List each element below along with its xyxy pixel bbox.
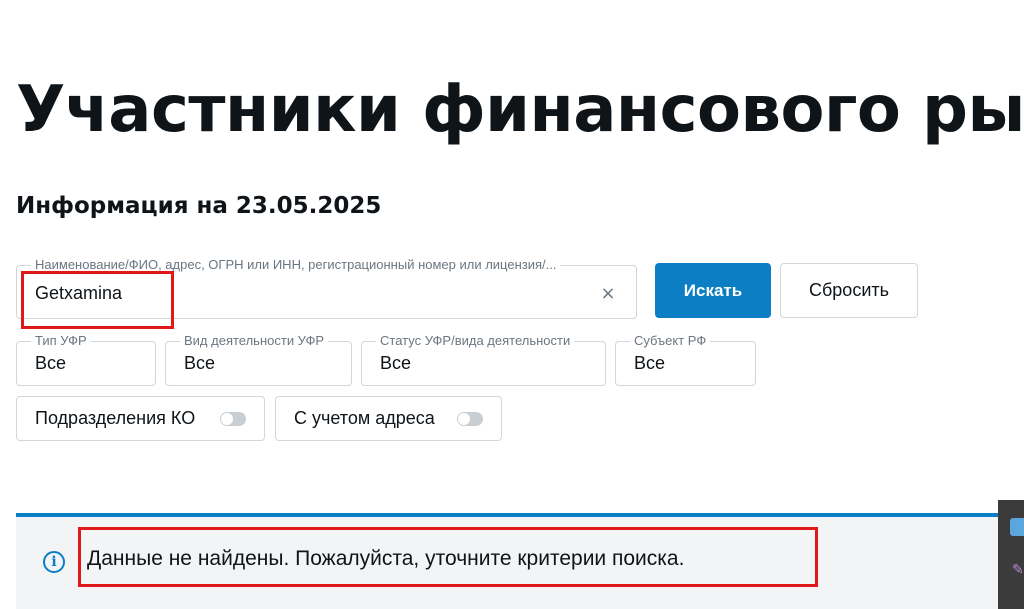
info-date: Информация на 23.05.2025 bbox=[16, 193, 382, 219]
toggle-label: Подразделения КО bbox=[35, 408, 196, 428]
filter-value: Все bbox=[184, 353, 216, 373]
toggle-switch[interactable] bbox=[457, 411, 483, 426]
search-field[interactable]: Наименование/ФИО, адрес, ОГРН или ИНН, р… bbox=[16, 257, 637, 319]
page-title: Участники финансового рынка bbox=[16, 73, 1024, 147]
side-taskbar: ✎ bbox=[998, 500, 1024, 609]
filter-value: Все bbox=[35, 353, 67, 373]
info-icon: i bbox=[43, 551, 65, 573]
filter-status[interactable]: Статус УФР/вида деятельности Все bbox=[361, 333, 606, 386]
toggle-knob bbox=[458, 412, 470, 425]
reset-button[interactable]: Сбросить bbox=[780, 263, 918, 318]
notice-text: Данные не найдены. Пожалуйста, уточните … bbox=[87, 547, 685, 570]
toggle-switch[interactable] bbox=[220, 411, 246, 426]
app-icon[interactable] bbox=[1010, 518, 1024, 536]
toggle-ko-divisions[interactable]: Подразделения КО bbox=[16, 396, 265, 441]
filter-value: Все bbox=[380, 353, 412, 373]
pen-icon[interactable]: ✎ bbox=[1012, 562, 1024, 578]
no-results-notice: i Данные не найдены. Пожалуйста, уточнит… bbox=[16, 513, 1024, 609]
toggle-label: С учетом адреса bbox=[294, 408, 435, 428]
search-button[interactable]: Искать bbox=[655, 263, 771, 318]
toggle-knob bbox=[221, 412, 233, 425]
clear-icon[interactable]: × bbox=[598, 283, 618, 304]
toggle-address[interactable]: С учетом адреса bbox=[275, 396, 502, 441]
page: Участники финансового рынка Информация н… bbox=[0, 0, 1024, 609]
filter-type-ufr[interactable]: Тип УФР Все bbox=[16, 333, 156, 386]
search-input[interactable]: Getxamina bbox=[35, 266, 122, 318]
filter-region[interactable]: Субъект РФ Все bbox=[615, 333, 756, 386]
filter-activity-type[interactable]: Вид деятельности УФР Все bbox=[165, 333, 352, 386]
filter-value: Все bbox=[634, 353, 666, 373]
